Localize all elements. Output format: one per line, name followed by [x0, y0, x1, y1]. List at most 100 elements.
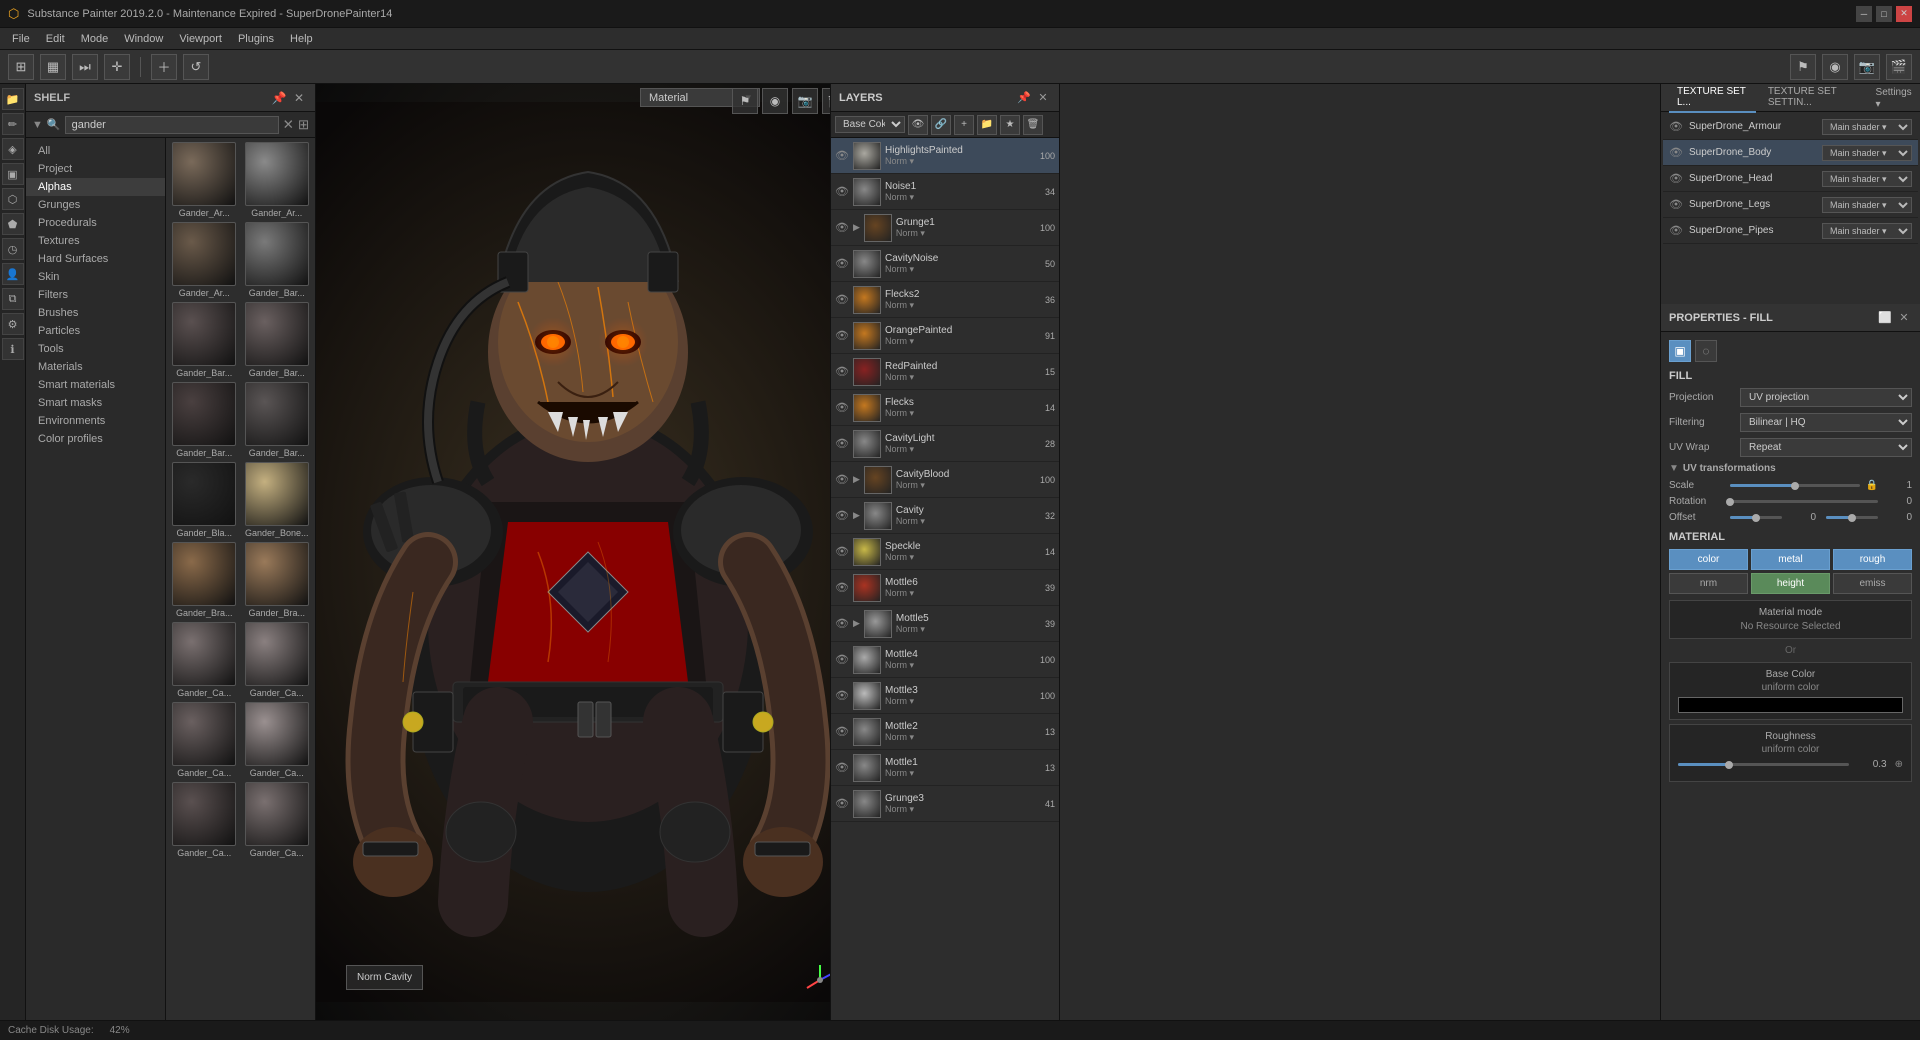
menu-viewport[interactable]: Viewport [171, 31, 230, 47]
shelf-item[interactable]: Gander_Bar... [170, 302, 239, 378]
flag-button[interactable]: ⚑ [1790, 54, 1816, 80]
uv-wrap-select[interactable]: Repeat [1740, 438, 1912, 457]
mat-btn-rough[interactable]: rough [1833, 549, 1912, 570]
info-tool[interactable]: ℹ [2, 338, 24, 360]
geometry-tool[interactable]: ⬟ [2, 213, 24, 235]
layer-expand-icon[interactable]: ▶ [853, 222, 860, 233]
layer-visibility-toggle[interactable]: 👁 [835, 293, 849, 307]
minimize-button[interactable]: ─ [1856, 6, 1872, 22]
layer-item[interactable]: 👁SpeckleNorm ▾14 [831, 534, 1059, 570]
scale-slider[interactable] [1730, 484, 1860, 487]
refresh-button[interactable]: ↺ [183, 54, 209, 80]
layer-item[interactable]: 👁Grunge3Norm ▾41 [831, 786, 1059, 822]
shelf-nav-project[interactable]: Project [26, 160, 165, 178]
shelf-nav-color-profiles[interactable]: Color profiles [26, 430, 165, 448]
shelf-item[interactable]: Gander_Bar... [243, 222, 312, 298]
layer-visibility-toggle[interactable]: 👁 [835, 581, 849, 595]
layer-visibility-toggle[interactable]: 👁 [835, 365, 849, 379]
shelf-close-button[interactable]: ✕ [291, 90, 307, 106]
tsl-shader-select[interactable]: Main shader ▾ [1822, 145, 1912, 161]
shelf-item[interactable]: Gander_Ca... [170, 782, 239, 858]
blend-mode-select[interactable]: Base Cok ▾ [835, 116, 905, 133]
shelf-nav-brushes[interactable]: Brushes [26, 304, 165, 322]
layer-item[interactable]: 👁Mottle3Norm ▾100 [831, 678, 1059, 714]
snapshot-button[interactable]: 🎬 [1886, 54, 1912, 80]
texture-set-row[interactable]: 👁SuperDrone_PipesMain shader ▾ [1663, 218, 1918, 244]
layer-expand-icon[interactable]: ▶ [853, 474, 860, 485]
layer-add-btn[interactable]: + [954, 115, 974, 135]
layer-visibility-toggle[interactable]: 👁 [835, 509, 849, 523]
texture-set-row[interactable]: 👁SuperDrone_BodyMain shader ▾ [1663, 140, 1918, 166]
tsl-shader-select[interactable]: Main shader ▾ [1822, 171, 1912, 187]
offset-slider-y[interactable] [1826, 516, 1878, 519]
shelf-item[interactable]: Gander_Bra... [170, 542, 239, 618]
mat-btn-color[interactable]: color [1669, 549, 1748, 570]
layer-visibility-toggle[interactable]: 👁 [835, 221, 849, 235]
layer-item[interactable]: 👁CavityLightNorm ▾28 [831, 426, 1059, 462]
grid-button[interactable]: ⊞ [8, 54, 34, 80]
shelf-item[interactable]: Gander_Ca... [243, 702, 312, 778]
layer-item[interactable]: 👁Mottle4Norm ▾100 [831, 642, 1059, 678]
tsl-visibility-icon[interactable]: 👁 [1669, 146, 1683, 159]
layer-delete-btn[interactable]: 🗑 [1023, 115, 1043, 135]
camera-button[interactable]: 📷 [1854, 54, 1880, 80]
layer-effect-btn[interactable]: ★ [1000, 115, 1020, 135]
close-button[interactable]: ✕ [1896, 6, 1912, 22]
menu-help[interactable]: Help [282, 31, 321, 47]
layer-visibility-toggle[interactable]: 👁 [835, 545, 849, 559]
layer-visibility-toggle[interactable]: 👁 [835, 329, 849, 343]
layer-tool[interactable]: ⧉ [2, 288, 24, 310]
layer-expand-icon[interactable]: ▶ [853, 510, 860, 521]
viewport[interactable]: Norm Cavity Material ▾ ⚑ ◉ 📷 🎬 [316, 84, 860, 1020]
smudge-tool[interactable]: ◈ [2, 138, 24, 160]
layer-visibility-toggle[interactable]: 👁 [835, 797, 849, 811]
shelf-nav-procedurals[interactable]: Procedurals [26, 214, 165, 232]
layer-item[interactable]: 👁Mottle2Norm ▾13 [831, 714, 1059, 750]
shelf-item[interactable]: Gander_Ca... [170, 702, 239, 778]
layer-item[interactable]: 👁Noise1Norm ▾34 [831, 174, 1059, 210]
menu-plugins[interactable]: Plugins [230, 31, 282, 47]
props-close-button[interactable]: ✕ [1896, 310, 1912, 326]
mat-btn-metal[interactable]: metal [1751, 549, 1830, 570]
tsl-visibility-icon[interactable]: 👁 [1669, 120, 1683, 133]
offset-slider-x[interactable] [1730, 516, 1782, 519]
shelf-nav-textures[interactable]: Textures [26, 232, 165, 250]
layer-item[interactable]: 👁Mottle1Norm ▾13 [831, 750, 1059, 786]
tab-texture-set-list[interactable]: TEXTURE SET L... [1669, 83, 1756, 113]
transform-button[interactable]: ✛ [104, 54, 130, 80]
shelf-item[interactable]: Gander_Ar... [170, 222, 239, 298]
settings-tool[interactable]: ⚙ [2, 313, 24, 335]
shelf-grid-toggle[interactable]: ⊞ [298, 117, 309, 133]
erase-tool[interactable]: ⬡ [2, 188, 24, 210]
shelf-item[interactable]: Gander_Bla... [170, 462, 239, 538]
shelf-nav-hard-surfaces[interactable]: Hard Surfaces [26, 250, 165, 268]
uv-transform-header[interactable]: ▼ UV transformations [1669, 463, 1912, 474]
roughness-expand-icon[interactable]: ⊕ [1895, 759, 1903, 770]
viewport-flag-btn[interactable]: ⚑ [732, 88, 758, 114]
roughness-thumb[interactable] [1725, 761, 1733, 769]
add-button[interactable]: ＋ [151, 54, 177, 80]
shelf-nav-smart-masks[interactable]: Smart masks [26, 394, 165, 412]
layer-visibility-toggle[interactable]: 👁 [835, 185, 849, 199]
select-tool[interactable]: ◷ [2, 238, 24, 260]
layer-item[interactable]: 👁▶CavityBloodNorm ▾100 [831, 462, 1059, 498]
tsl-shader-select[interactable]: Main shader ▾ [1822, 119, 1912, 135]
layer-item[interactable]: 👁▶CavityNorm ▾32 [831, 498, 1059, 534]
layers-close-button[interactable]: ✕ [1035, 90, 1051, 106]
shelf-nav-particles[interactable]: Particles [26, 322, 165, 340]
tsl-shader-select[interactable]: Main shader ▾ [1822, 197, 1912, 213]
texture-set-row[interactable]: 👁SuperDrone_LegsMain shader ▾ [1663, 192, 1918, 218]
layer-item[interactable]: 👁▶Mottle5Norm ▾39 [831, 606, 1059, 642]
layer-visibility-toggle[interactable]: 👁 [835, 689, 849, 703]
paint-tool[interactable]: ✏ [2, 113, 24, 135]
skip-button[interactable]: ⏭ [72, 54, 98, 80]
shelf-item[interactable]: Gander_Ca... [243, 622, 312, 698]
shelf-nav-alphas[interactable]: Alphas [26, 178, 165, 196]
layer-item[interactable]: 👁CavityNoiseNorm ▾50 [831, 246, 1059, 282]
shelf-nav-filters[interactable]: Filters [26, 286, 165, 304]
layout-button[interactable]: ▦ [40, 54, 66, 80]
tsl-visibility-icon[interactable]: 👁 [1669, 224, 1683, 237]
shelf-nav-tools[interactable]: Tools [26, 340, 165, 358]
props-expand-button[interactable]: ⬜ [1877, 310, 1893, 326]
layer-visibility-toggle[interactable]: 👁 [835, 617, 849, 631]
